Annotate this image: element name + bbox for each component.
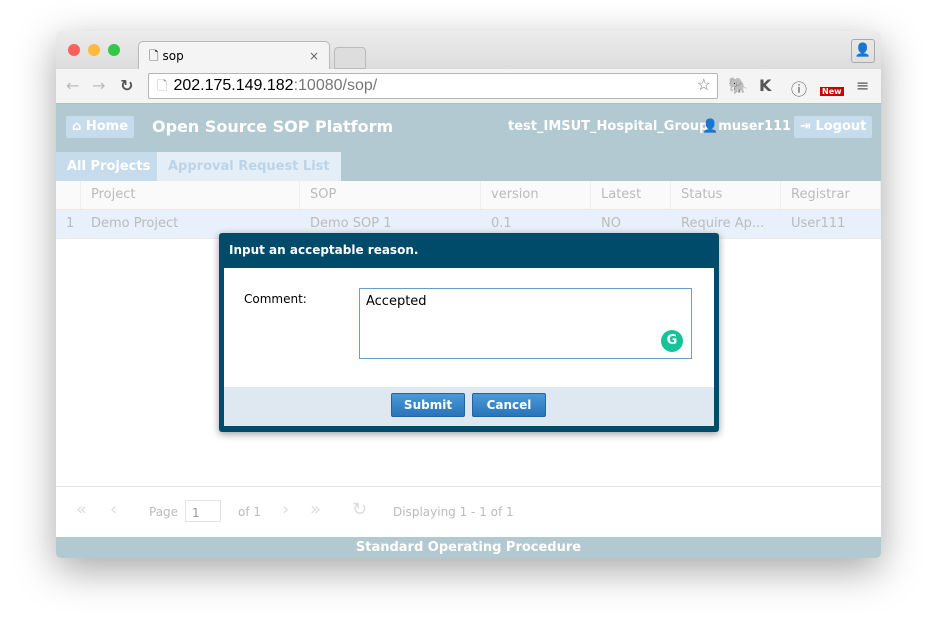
column-version[interactable]: version [481,181,591,209]
logout-button[interactable]: ⇥ Logout [794,116,873,138]
comment-value: Accepted [366,294,427,309]
column-status[interactable]: Status [671,181,781,209]
pagination-bar: « ‹ Page 1 of 1 › » ↻ Displaying 1 - 1 o… [56,486,881,538]
comment-textarea[interactable]: Accepted G [359,288,692,359]
address-bar[interactable]: 🗋 202.175.149.182:10080/sop/ ☆ [148,73,718,99]
close-tab-icon[interactable]: × [309,42,319,70]
reason-dialog: Input an acceptable reason. Comment: Acc… [219,233,719,432]
forward-icon[interactable]: → [92,76,105,95]
column-sop[interactable]: SOP [300,181,481,209]
dialog-footer: Submit Cancel [224,387,714,426]
close-window-button[interactable] [68,44,80,56]
cell-registrar: User111 [791,216,846,231]
tab-all-projects[interactable]: All Projects [56,152,162,181]
column-latest[interactable]: Latest [591,181,671,209]
column-registrar[interactable]: Registrar [781,181,881,209]
row-number: 1 [66,216,75,231]
dialog-body: Comment: Accepted G Submit Cancel [224,268,714,426]
menu-icon[interactable]: ≡ [856,76,869,95]
browser-tab[interactable]: 🗋 sop × [138,41,330,70]
comment-label: Comment: [244,292,307,306]
reload-icon[interactable]: ↻ [120,76,133,95]
home-label: Home [85,119,129,134]
user-icon: 👤 [702,119,719,134]
browser-toolbar: ← → ↻ 🗋 202.175.149.182:10080/sop/ ☆ 🐘 K … [56,69,881,104]
first-page-icon[interactable]: « [76,499,87,520]
displaying-text: Displaying 1 - 1 of 1 [393,505,514,519]
url-host: 202.175.149.182 [173,77,294,94]
profile-icon[interactable]: 👤 [851,39,875,63]
page-icon: 🗋 [149,49,159,63]
page-icon: 🗋 [157,78,168,93]
page-count: of 1 [238,505,262,519]
grid-header: Project SOP version Latest Status Regist… [56,181,881,210]
app-title: Open Source SOP Platform [152,117,394,136]
tab-title: sop [162,49,184,63]
cancel-button[interactable]: Cancel [472,393,546,417]
refresh-icon[interactable]: ↻ [352,499,367,520]
approval-grid: Project SOP version Latest Status Regist… [56,181,881,239]
info-icon[interactable]: ⓘ [791,76,807,100]
logout-label: Logout [815,119,867,134]
column-project[interactable]: Project [81,181,300,209]
prev-page-icon[interactable]: ‹ [110,499,117,520]
page-input[interactable]: 1 [185,500,221,522]
home-button[interactable]: ⌂ Home [66,116,135,138]
app-header: ⌂ Home Open Source SOP Platform test_IMS… [56,104,881,150]
grammarly-icon[interactable]: G [661,330,683,352]
k-extension-icon[interactable]: K [759,76,771,95]
back-icon[interactable]: ← [66,76,79,95]
new-tab-button[interactable] [334,47,366,69]
url-path: :10080/sop/ [293,77,378,94]
home-icon: ⌂ [72,119,82,134]
submit-button[interactable]: Submit [391,393,465,417]
app-footer: Standard Operating Procedure [56,537,881,558]
title-bar: 🗋 sop × 👤 [56,31,881,70]
evernote-icon[interactable]: 🐘 [728,76,748,95]
next-page-icon[interactable]: › [282,499,289,520]
last-page-icon[interactable]: » [310,499,321,520]
tab-approval-request-list[interactable]: Approval Request List [157,152,341,181]
logout-icon: ⇥ [800,119,811,134]
group-name: test_IMSUT_Hospital_Group [508,119,709,134]
dialog-title: Input an acceptable reason. [229,243,419,257]
maximize-window-button[interactable] [108,44,120,56]
minimize-window-button[interactable] [88,44,100,56]
user-label: muser111 [718,119,792,134]
page-label: Page [149,505,179,519]
user-name: 👤muser111 [702,119,791,134]
tab-bar: All Projects Approval Request List [56,150,881,181]
extension-new-badge[interactable]: New [820,87,844,96]
bookmark-star-icon[interactable]: ☆ [697,74,711,98]
